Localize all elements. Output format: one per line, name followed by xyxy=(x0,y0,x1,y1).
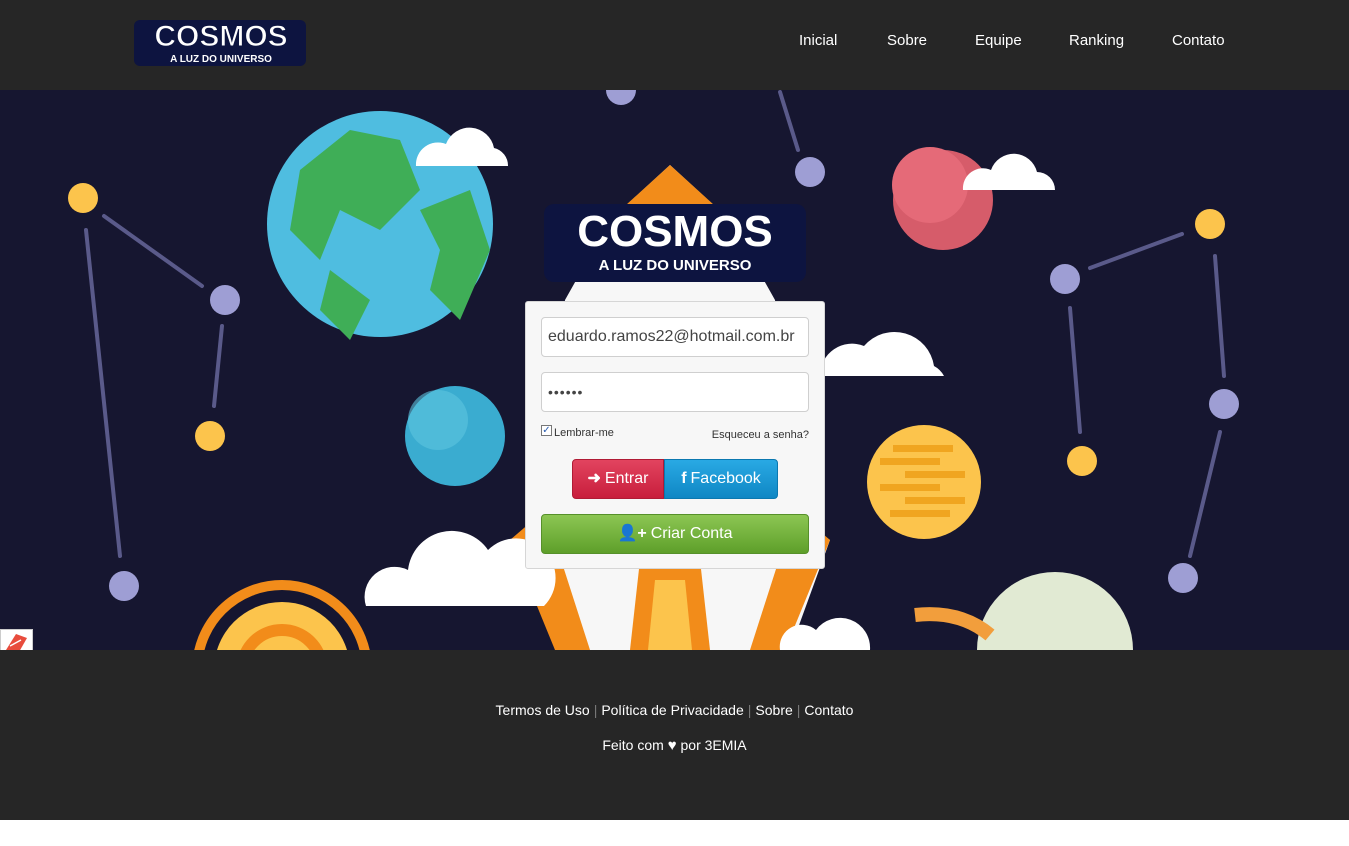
footer-separator: | xyxy=(747,702,752,718)
heart-icon: ♥ xyxy=(667,737,677,754)
user-plus-icon: 👤+ xyxy=(617,525,647,542)
footer-separator: | xyxy=(796,702,801,718)
footer-separator: | xyxy=(593,702,598,718)
made-prefix: Feito com xyxy=(602,737,664,753)
footer-link-privacy[interactable]: Política de Privacidade xyxy=(601,702,743,718)
create-account-button[interactable]: 👤+ Criar Conta xyxy=(541,514,809,554)
hero-logo-title: COSMOS xyxy=(577,207,773,256)
made-suffix: por 3EMIA xyxy=(680,737,747,753)
facebook-button[interactable]: f Facebook xyxy=(664,459,778,499)
footer-links: Termos de Uso | Política de Privacidade | So… xyxy=(0,702,1349,718)
footer-link-about[interactable]: Sobre xyxy=(755,702,792,718)
sign-in-icon: ➜ xyxy=(587,470,601,487)
password-field[interactable]: •••••• xyxy=(541,372,809,412)
nav-item-contato[interactable]: Contato xyxy=(1172,32,1225,49)
footer: Termos de Uso | Política de Privacidade | So… xyxy=(0,650,1349,820)
remember-label: Lembrar-me xyxy=(554,427,614,439)
logo-title: COSMOS xyxy=(154,20,287,53)
nav-item-sobre[interactable]: Sobre xyxy=(887,32,927,49)
nav-item-equipe[interactable]: Equipe xyxy=(975,32,1022,49)
remember-me[interactable]: ✓ Lembrar-me xyxy=(541,424,614,439)
footer-link-terms[interactable]: Termos de Uso xyxy=(496,702,590,718)
forgot-password-link[interactable]: Esqueceu a senha? xyxy=(712,429,809,441)
enter-button[interactable]: ➜ Entrar xyxy=(572,459,664,499)
nav-item-inicial[interactable]: Inicial xyxy=(799,32,837,49)
remember-checkbox[interactable]: ✓ xyxy=(541,424,552,436)
nav-item-ranking[interactable]: Ranking xyxy=(1069,32,1124,49)
facebook-label: Facebook xyxy=(690,470,761,487)
email-field[interactable]: eduardo.ramos22@hotmail.com.br xyxy=(541,317,809,357)
enter-label: Entrar xyxy=(604,470,649,487)
footer-link-contact[interactable]: Contato xyxy=(804,702,853,718)
create-label: Criar Conta xyxy=(650,525,733,542)
facebook-icon: f xyxy=(681,470,687,487)
login-panel: eduardo.ramos22@hotmail.com.br •••••• ✓ … xyxy=(525,301,825,569)
cosmos-logo[interactable]: COSMOS A LUZ DO UNIVERSO xyxy=(130,14,312,72)
cosmos-hero-logo: COSMOS A LUZ DO UNIVERSO xyxy=(544,204,806,282)
hero-logo-tagline: A LUZ DO UNIVERSO xyxy=(599,257,752,274)
logo-tagline: A LUZ DO UNIVERSO xyxy=(170,54,272,65)
top-navbar: COSMOS A LUZ DO UNIVERSO Inicial Sobre E… xyxy=(0,0,1349,90)
made-with-credit: Feito com ♥ por 3EMIA xyxy=(0,737,1349,754)
